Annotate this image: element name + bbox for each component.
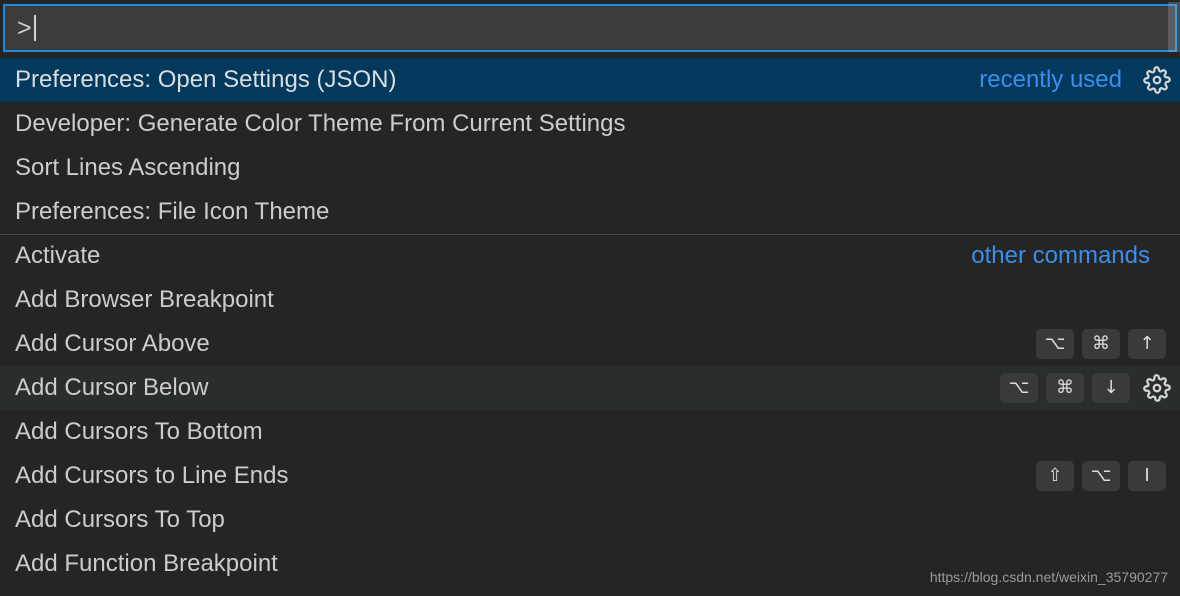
command-list-item-label: Activate — [15, 242, 101, 269]
keybinding-key: ⇧ — [1036, 461, 1074, 491]
command-group-label: other commands — [971, 242, 1150, 269]
keybinding-key: ⌘ — [1082, 329, 1120, 359]
command-list-item-label: Preferences: Open Settings (JSON) — [15, 66, 397, 93]
command-list[interactable]: Preferences: Open Settings (JSON) recentl… — [0, 58, 1180, 596]
keybinding-key: ↑ — [1128, 329, 1166, 359]
command-list-item-label: Add Browser Breakpoint — [15, 286, 274, 313]
command-group-label: recently used — [979, 66, 1122, 93]
command-list-item[interactable]: Add Cursor Above ⌥ ⌘ ↑ — [0, 322, 1180, 366]
command-list-item-label: Add Cursors to Line Ends — [15, 462, 289, 489]
command-list-item-label: Add Cursors To Top — [15, 506, 225, 533]
keybinding-key: ⌥ — [1000, 373, 1038, 403]
command-list-item[interactable]: Sort Lines Ascending — [0, 146, 1180, 190]
keybinding-key: ⌥ — [1036, 329, 1074, 359]
keybinding-chips: ⇧ ⌥ I — [1036, 461, 1166, 491]
command-input-row: > — [0, 0, 1180, 58]
gear-icon[interactable] — [1142, 65, 1172, 95]
command-list-item[interactable]: Add Cursors To Bottom — [0, 410, 1180, 454]
command-list-item[interactable]: Developer: Generate Color Theme From Cur… — [0, 102, 1180, 146]
command-input-box[interactable]: > — [3, 4, 1177, 52]
command-list-item[interactable]: Add Cursor Below ⌥ ⌘ ↓ — [0, 366, 1180, 410]
command-list-item-label: Add Cursor Below — [15, 374, 209, 401]
command-list-item[interactable]: Preferences: File Icon Theme — [0, 190, 1180, 234]
keybinding-key: ⌘ — [1046, 373, 1084, 403]
command-list-item[interactable]: Add Cursors To Top — [0, 498, 1180, 542]
command-list-item-label: Add Cursor Above — [15, 330, 210, 357]
text-caret — [33, 15, 36, 41]
keybinding-key: ⌥ — [1082, 461, 1120, 491]
command-list-item[interactable]: Add Cursors to Line Ends ⇧ ⌥ I — [0, 454, 1180, 498]
list-scrollbar-thumb[interactable] — [1168, 2, 1180, 52]
keybinding-key: I — [1128, 461, 1166, 491]
command-list-item-label: Add Function Breakpoint — [15, 550, 278, 577]
command-list-item-label: Preferences: File Icon Theme — [15, 198, 330, 225]
gear-icon[interactable] — [1142, 373, 1172, 403]
watermark-text: https://blog.csdn.net/weixin_35790277 — [929, 569, 1168, 585]
command-list-item[interactable]: Preferences: Open Settings (JSON) recentl… — [0, 58, 1180, 102]
command-prompt-symbol: > — [17, 13, 32, 42]
keybinding-chips: ⌥ ⌘ ↓ — [1000, 373, 1130, 403]
command-palette: > Preferences: Open Settings (JSON) recen… — [0, 0, 1180, 596]
command-list-item[interactable]: Add Browser Breakpoint — [0, 278, 1180, 322]
keybinding-chips: ⌥ ⌘ ↑ — [1036, 329, 1166, 359]
command-list-item-label: Developer: Generate Color Theme From Cur… — [15, 110, 626, 137]
command-list-item[interactable]: Activate other commands — [0, 234, 1180, 278]
command-list-item-label: Add Cursors To Bottom — [15, 418, 263, 445]
keybinding-key: ↓ — [1092, 373, 1130, 403]
command-list-item-label: Sort Lines Ascending — [15, 154, 241, 181]
